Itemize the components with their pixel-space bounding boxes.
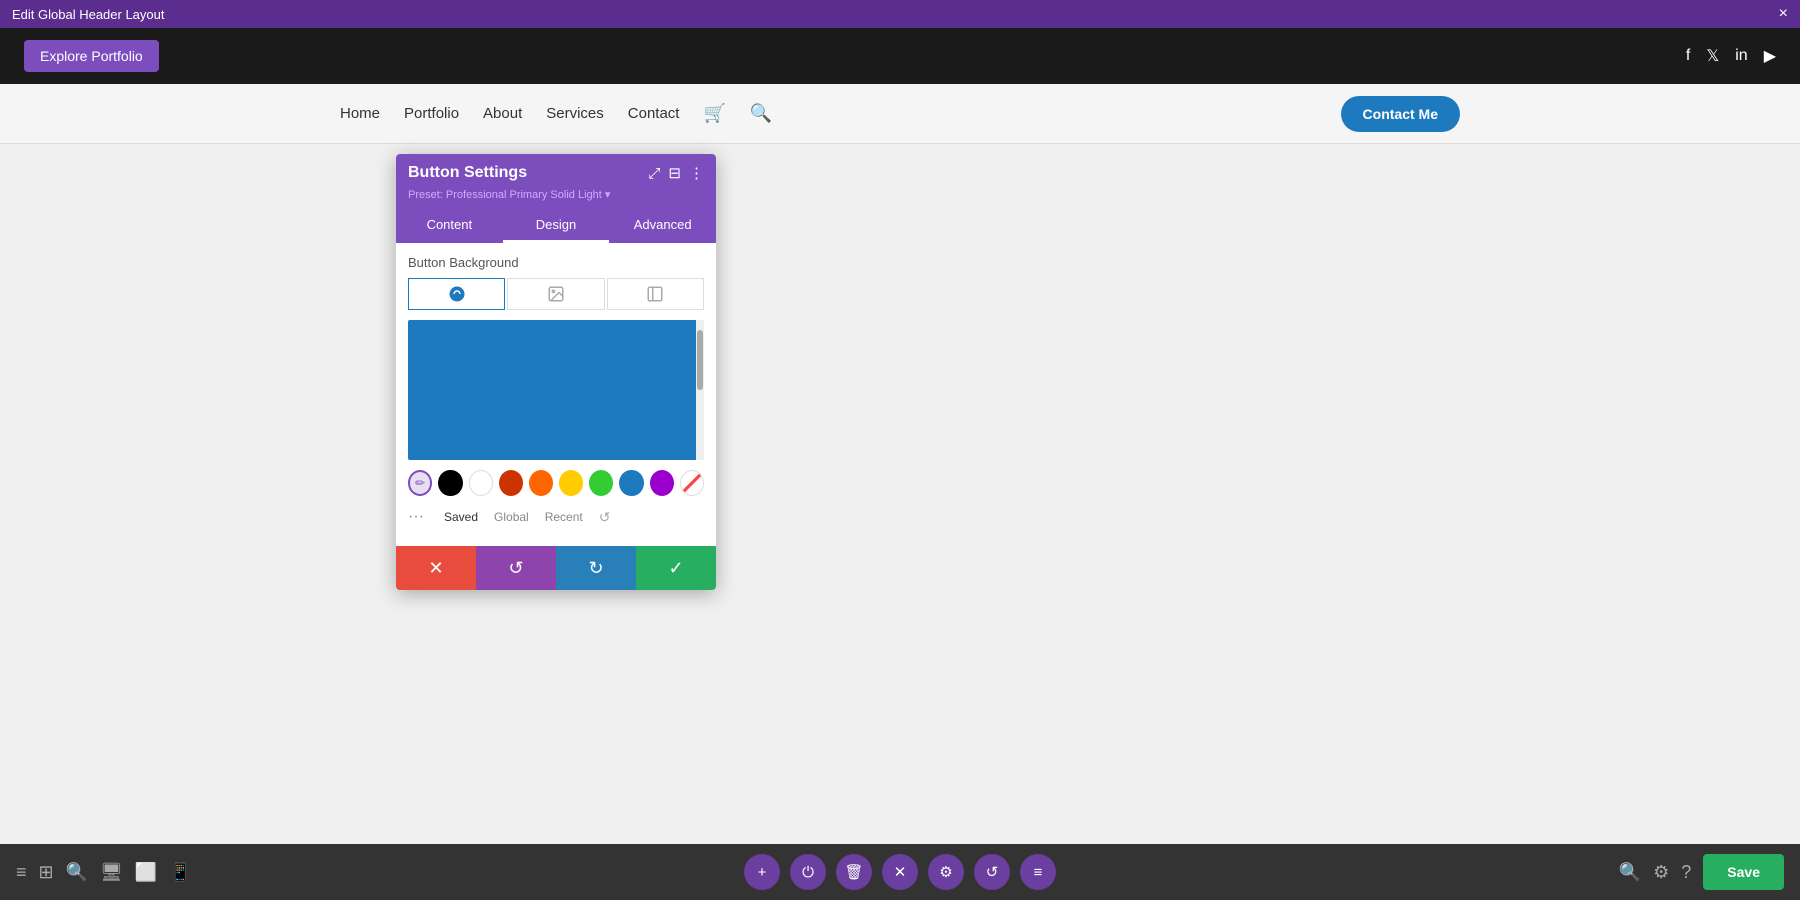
bottom-search-left-icon[interactable]: 🔍 xyxy=(66,862,88,883)
bottom-right-help-icon[interactable]: ? xyxy=(1681,862,1691,883)
color-swatches: ✏ xyxy=(408,470,704,496)
nav-contact[interactable]: Contact xyxy=(628,105,680,122)
bottom-right-settings-icon[interactable]: ⚙ xyxy=(1653,862,1669,883)
swatch-white[interactable] xyxy=(469,470,493,496)
panel-columns-icon[interactable]: ⊟ xyxy=(668,164,681,182)
color-picker-pencil[interactable]: ✏ xyxy=(408,470,432,496)
bottom-right-search-icon[interactable]: 🔍 xyxy=(1619,862,1641,883)
panel-scrollbar-thumb xyxy=(697,330,703,390)
swatch-yellow[interactable] xyxy=(559,470,583,496)
more-dots-icon[interactable]: ··· xyxy=(408,508,424,526)
bottom-right-area: 🔍 ⚙ ? Save xyxy=(1619,854,1784,890)
panel-tabs: Content Design Advanced xyxy=(396,209,716,243)
nav-about[interactable]: About xyxy=(483,105,522,122)
button-bg-label: Button Background xyxy=(408,255,704,270)
bottom-layers-icon[interactable]: ≡ xyxy=(1020,854,1056,890)
bottom-menu-icon[interactable]: ≡ xyxy=(16,862,27,883)
social-icons-bar: f 𝕏 in ▶ xyxy=(1686,46,1776,66)
color-picker-area[interactable] xyxy=(408,320,704,460)
top-bar-title: Edit Global Header Layout xyxy=(12,7,1779,22)
panel-expand-icon[interactable]: ⤢ xyxy=(648,165,660,182)
top-bar: Edit Global Header Layout × xyxy=(0,0,1800,28)
bottom-grid-icon[interactable]: ⊞ xyxy=(39,862,54,883)
nav-services[interactable]: Services xyxy=(546,105,604,122)
swatch-blue[interactable] xyxy=(619,470,643,496)
bottom-center-icons: + ⏻ 🗑 ✕ ⚙ ↺ ≡ xyxy=(744,854,1056,890)
bottom-tablet-icon[interactable]: ⬜ xyxy=(135,862,157,883)
bottom-desktop-icon[interactable]: 🖥 xyxy=(100,862,123,883)
bg-type-gradient[interactable] xyxy=(607,278,704,310)
panel-more-icon[interactable]: ⋮ xyxy=(689,164,704,182)
swatch-orange[interactable] xyxy=(529,470,553,496)
panel-actions: ✕ ↺ ↻ ✓ xyxy=(396,546,716,590)
save-button[interactable]: Save xyxy=(1703,854,1784,890)
search-icon[interactable]: 🔍 xyxy=(750,103,772,124)
button-settings-panel: Button Settings ⤢ ⊟ ⋮ Preset: Profession… xyxy=(396,154,716,590)
swatch-purple[interactable] xyxy=(650,470,674,496)
bottom-toolbar: ≡ ⊞ 🔍 🖥 ⬜ 📱 + ⏻ 🗑 ✕ ⚙ ↺ ≡ 🔍 ⚙ ? Save xyxy=(0,844,1800,900)
bottom-history-icon[interactable]: ↺ xyxy=(974,854,1010,890)
swatch-black[interactable] xyxy=(438,470,462,496)
facebook-icon[interactable]: f xyxy=(1686,47,1690,65)
explore-portfolio-button[interactable]: Explore Portfolio xyxy=(24,40,159,72)
saved-tab-recent[interactable]: Recent xyxy=(545,510,583,524)
bottom-mobile-icon[interactable]: 📱 xyxy=(169,862,191,883)
panel-header: Button Settings ⤢ ⊟ ⋮ xyxy=(396,154,716,188)
nav-bar: Home Portfolio About Services Contact 🛒 … xyxy=(0,84,1800,144)
tab-design[interactable]: Design xyxy=(503,209,610,243)
header-preview: Explore Portfolio f 𝕏 in ▶ xyxy=(0,28,1800,84)
panel-body: Button Background ✏ xyxy=(396,243,716,546)
close-icon[interactable]: × xyxy=(1779,5,1788,23)
twitter-icon[interactable]: 𝕏 xyxy=(1706,46,1719,66)
linkedin-icon[interactable]: in xyxy=(1735,47,1747,65)
panel-title: Button Settings xyxy=(408,164,527,182)
contact-me-button[interactable]: Contact Me xyxy=(1341,96,1460,132)
redo-button[interactable]: ↻ xyxy=(556,546,636,590)
swatch-green[interactable] xyxy=(589,470,613,496)
panel-preset[interactable]: Preset: Professional Primary Solid Light… xyxy=(396,188,716,209)
nav-right: Contact Me xyxy=(1341,96,1460,132)
bottom-add-icon[interactable]: + xyxy=(744,854,780,890)
tab-content[interactable]: Content xyxy=(396,209,503,243)
bottom-close-icon[interactable]: ✕ xyxy=(882,854,918,890)
panel-header-icons: ⤢ ⊟ ⋮ xyxy=(648,164,704,182)
bottom-power-icon[interactable]: ⏻ xyxy=(790,854,826,890)
bottom-delete-icon[interactable]: 🗑 xyxy=(836,854,872,890)
bottom-left-icons: ≡ ⊞ 🔍 🖥 ⬜ 📱 xyxy=(16,862,192,883)
saved-tab-global[interactable]: Global xyxy=(494,510,529,524)
main-area: Button Settings ⤢ ⊟ ⋮ Preset: Profession… xyxy=(0,144,1800,900)
swatch-red[interactable] xyxy=(499,470,523,496)
nav-links: Home Portfolio About Services Contact 🛒 … xyxy=(340,103,1341,124)
nav-home[interactable]: Home xyxy=(340,105,380,122)
cancel-button[interactable]: ✕ xyxy=(396,546,476,590)
panel-scrollbar[interactable] xyxy=(696,320,704,460)
saved-tab-saved[interactable]: Saved xyxy=(444,510,478,524)
undo-button[interactable]: ↺ xyxy=(476,546,556,590)
saved-tabs: Saved Global Recent ↺ xyxy=(436,509,610,526)
tab-advanced[interactable]: Advanced xyxy=(609,209,716,243)
swatch-none[interactable] xyxy=(680,470,704,496)
youtube-icon[interactable]: ▶ xyxy=(1764,46,1776,66)
bottom-settings-icon[interactable]: ⚙ xyxy=(928,854,964,890)
bg-type-color[interactable] xyxy=(408,278,505,310)
saved-refresh-icon[interactable]: ↺ xyxy=(599,509,611,526)
nav-portfolio[interactable]: Portfolio xyxy=(404,105,459,122)
bg-type-image[interactable] xyxy=(507,278,604,310)
cart-icon[interactable]: 🛒 xyxy=(703,103,725,124)
confirm-button[interactable]: ✓ xyxy=(636,546,716,590)
bg-type-selector xyxy=(408,278,704,310)
